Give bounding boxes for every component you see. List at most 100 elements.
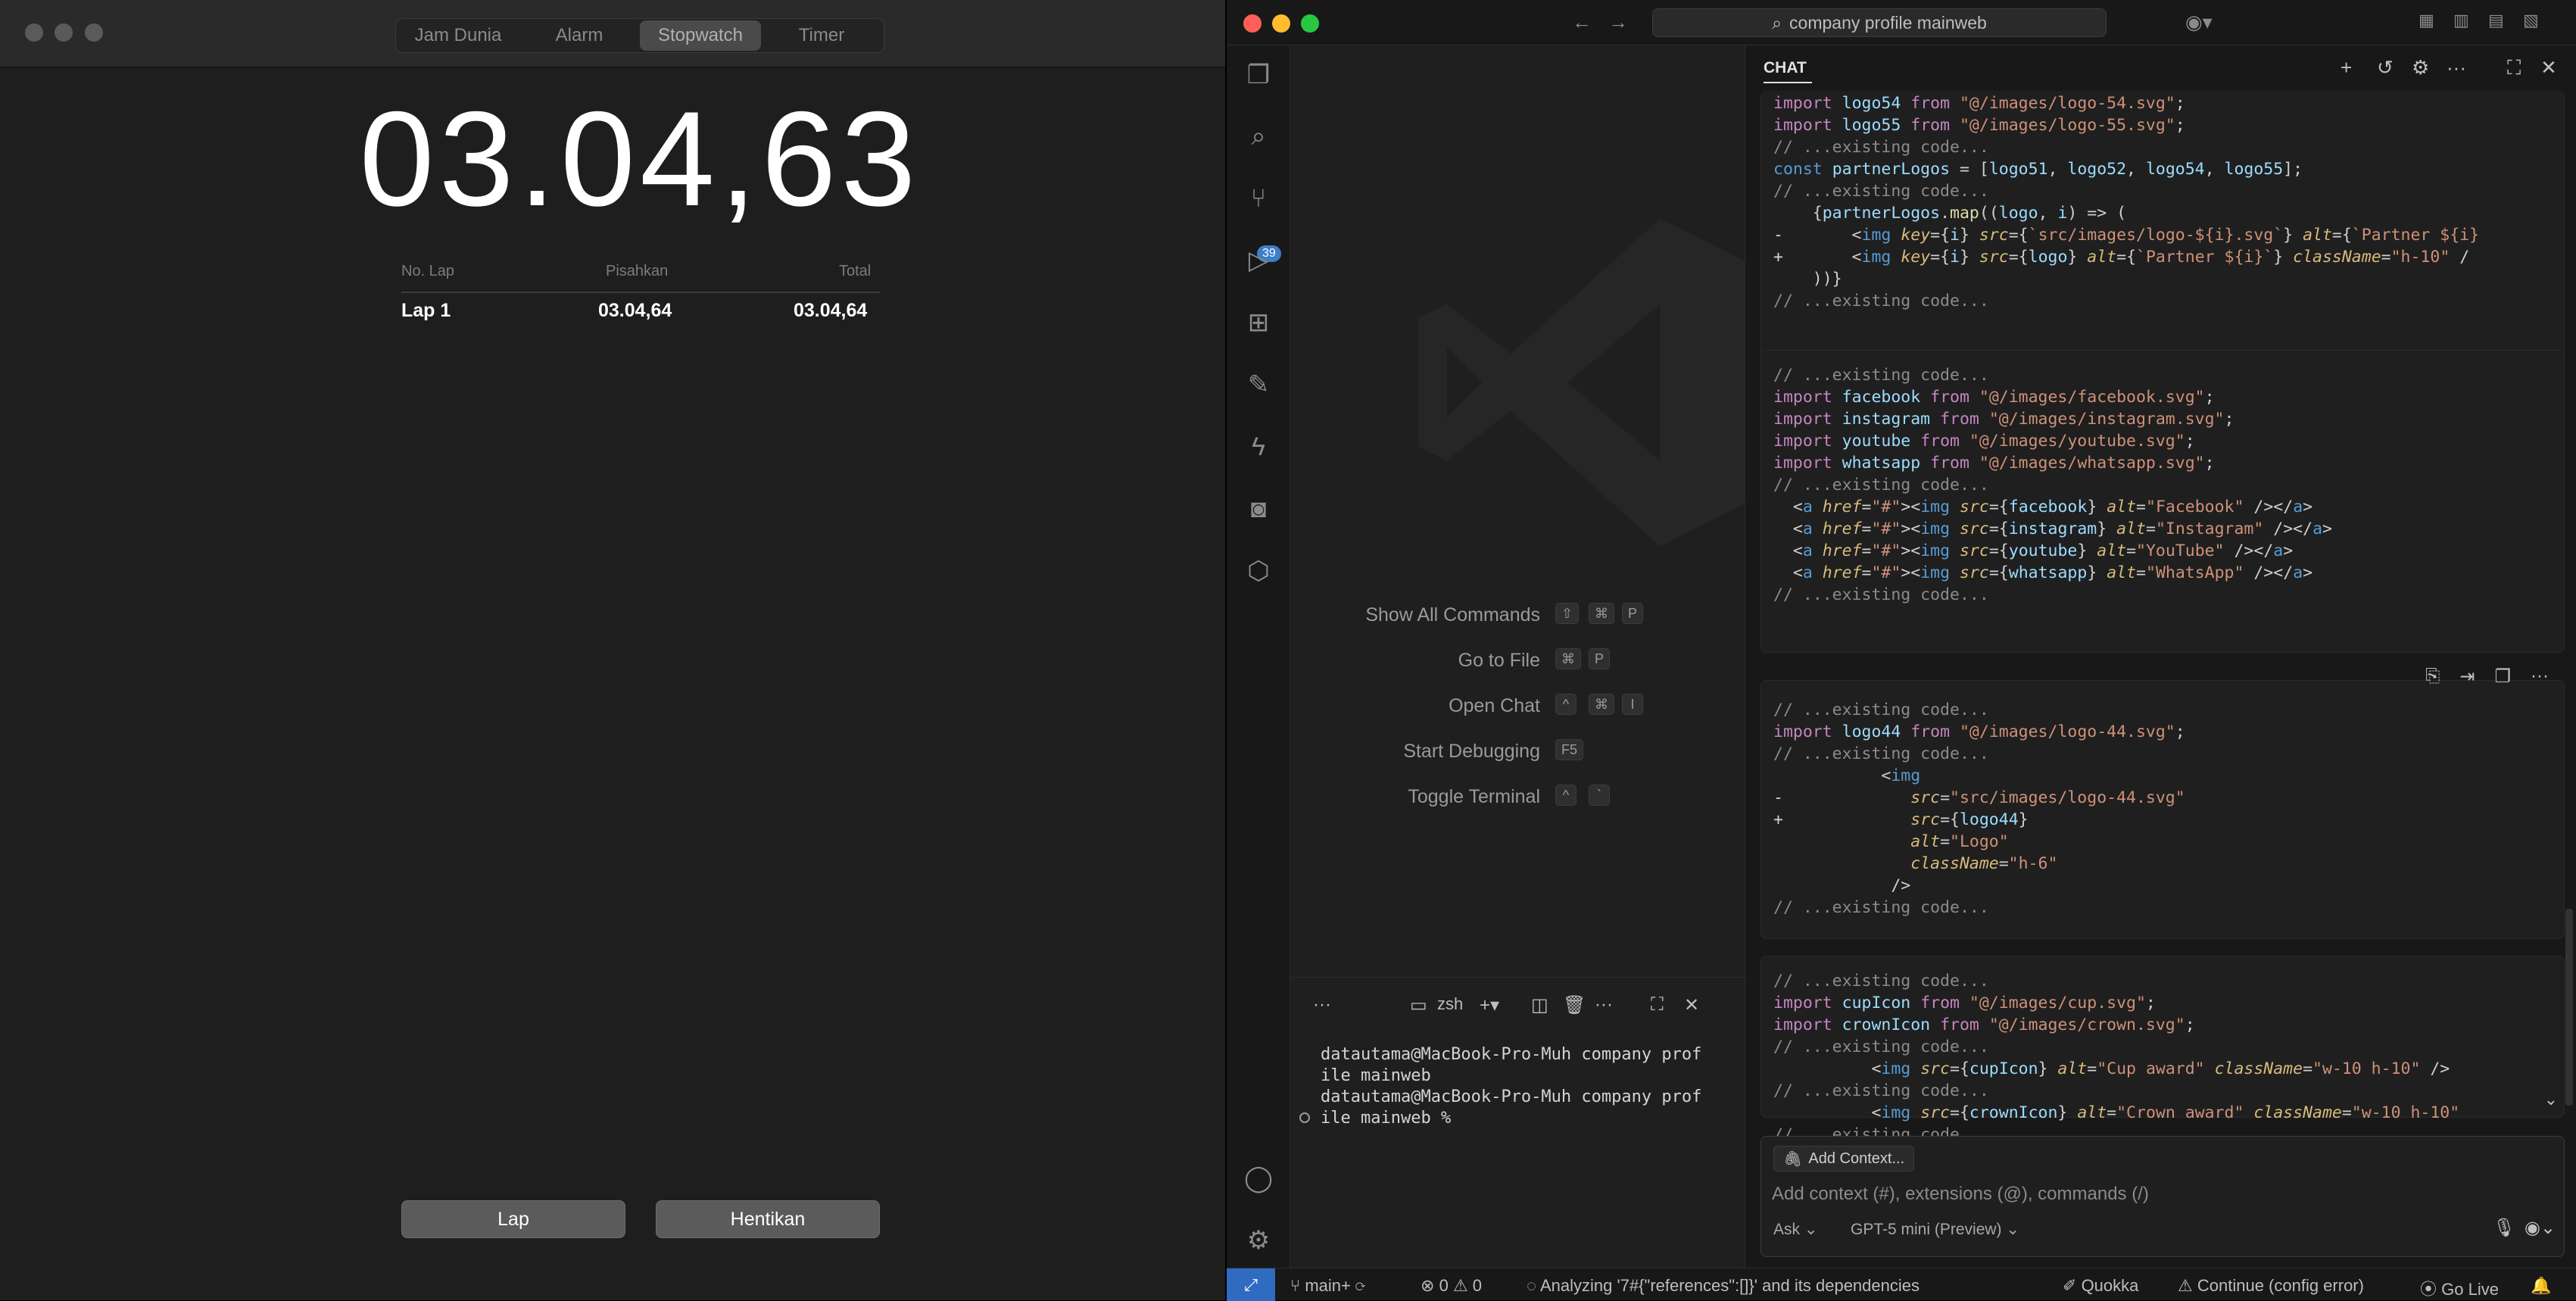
search-icon[interactable]: ⌕ bbox=[1240, 118, 1277, 154]
mode-picker[interactable]: Ask ⌄ bbox=[1773, 1220, 1817, 1239]
command-center-search[interactable]: ⌕ company profile mainweb bbox=[1652, 8, 2107, 37]
continue-status[interactable]: ⚠ Continue (config error) bbox=[2178, 1276, 2364, 1296]
tab-alarm[interactable]: Alarm bbox=[519, 20, 640, 51]
more-icon[interactable]: ··· bbox=[2447, 56, 2466, 80]
i-key: I bbox=[1622, 694, 1643, 715]
warning-icon: ⚠ bbox=[2178, 1276, 2193, 1295]
tab-timer[interactable]: Timer bbox=[761, 20, 882, 51]
remote-icon[interactable]: ⬡ bbox=[1240, 553, 1277, 589]
quokka-label: Quokka bbox=[2081, 1276, 2139, 1295]
backtick-key: ` bbox=[1589, 785, 1610, 806]
forward-arrow-icon[interactable]: → bbox=[1608, 11, 1628, 34]
tab-stopwatch[interactable]: Stopwatch bbox=[640, 20, 761, 51]
chat-panel: CHAT + ↺ ⚙ ··· ⛶ ✕ import logo54 from "@… bbox=[1745, 45, 2576, 1268]
scrollbar[interactable] bbox=[2565, 909, 2573, 1106]
terminal-output[interactable]: datautama@MacBook-Pro-Muh company prof il… bbox=[1321, 1044, 1701, 1129]
shortcut-open-chat[interactable]: Open Chat bbox=[1290, 695, 1540, 717]
copilot-icon[interactable]: ◉▾ bbox=[2185, 11, 2213, 34]
back-arrow-icon[interactable]: ← bbox=[1572, 11, 1592, 34]
chat-input-field[interactable]: Add context (#), extensions (@), command… bbox=[1772, 1184, 2149, 1205]
ctrl-key: ^ bbox=[1555, 694, 1576, 715]
insert-icon[interactable]: ⇥ bbox=[2459, 666, 2475, 688]
zoom-button[interactable] bbox=[1301, 14, 1319, 33]
new-terminal-icon[interactable]: +▾ bbox=[1480, 994, 1499, 1016]
shortcut-go-to-file[interactable]: Go to File bbox=[1290, 650, 1540, 672]
robot-icon[interactable]: ◙ bbox=[1240, 491, 1277, 527]
warning-count: 0 bbox=[1472, 1276, 1483, 1295]
notifications-bell-icon[interactable]: 🔔 bbox=[2531, 1276, 2551, 1296]
remote-indicator-icon[interactable]: ⤢ bbox=[1227, 1268, 1275, 1301]
split-column-header: Pisahkan bbox=[606, 263, 669, 279]
code-block[interactable]: // ...existing code... import cupIcon fr… bbox=[1760, 956, 2565, 1144]
code-block[interactable]: // ...existing code... import facebook f… bbox=[1760, 350, 2565, 653]
shortcut-toggle-terminal[interactable]: Toggle Terminal bbox=[1290, 786, 1540, 808]
maximize-icon[interactable]: ⛶ bbox=[2507, 56, 2521, 80]
code-text: // ...existing code... import facebook f… bbox=[1773, 366, 2332, 604]
more-icon[interactable]: ··· bbox=[2531, 666, 2549, 688]
shortcut-start-debugging[interactable]: Start Debugging bbox=[1290, 741, 1540, 763]
tab-world-clock[interactable]: Jam Dunia bbox=[398, 20, 519, 51]
more-icon[interactable]: ··· bbox=[1595, 994, 1613, 1016]
toggle-panel-icon[interactable]: ▤ bbox=[2488, 11, 2504, 30]
copy-icon[interactable]: ❐ bbox=[2495, 666, 2512, 688]
prompt-status-icon bbox=[1299, 1112, 1310, 1123]
toggle-secondary-sidebar-icon[interactable]: ▧ bbox=[2523, 11, 2539, 30]
layout-icon[interactable]: ▦ bbox=[2419, 11, 2434, 30]
more-icon[interactable]: ··· bbox=[1313, 994, 1331, 1016]
spinner-icon: ◌ bbox=[1527, 1276, 1537, 1295]
settings-gear-icon[interactable]: ⚙ bbox=[2412, 56, 2429, 80]
activity-bar: ❐ ⌕ ⑂ 39 ▷ ⊞ ✎ ϟ ◙ ⬡ ◯ ⚙ bbox=[1227, 45, 1290, 1268]
brush-icon[interactable]: ✎ bbox=[1240, 367, 1277, 403]
zoom-button[interactable] bbox=[85, 23, 103, 42]
quokka-status[interactable]: ✐ Quokka bbox=[2063, 1276, 2138, 1296]
shift-key: ⇧ bbox=[1555, 603, 1580, 624]
settings-gear-icon[interactable]: ⚙ bbox=[1240, 1222, 1277, 1259]
explorer-icon[interactable]: ❐ bbox=[1240, 57, 1277, 93]
branch-indicator[interactable]: ⑂ main+ ⟳ bbox=[1290, 1276, 1365, 1296]
microphone-icon[interactable]: 🎙 bbox=[2493, 1217, 2515, 1239]
toggle-sidebar-icon[interactable]: ▥ bbox=[2453, 11, 2469, 30]
split-terminal-icon[interactable]: ◫ bbox=[1531, 994, 1548, 1016]
add-context-button[interactable]: 🖇 Add Context... bbox=[1773, 1146, 1915, 1172]
stop-button[interactable]: Hentikan bbox=[656, 1200, 880, 1238]
model-picker[interactable]: GPT-5 mini (Preview) ⌄ bbox=[1851, 1220, 2019, 1239]
terminal-line: ile mainweb bbox=[1321, 1066, 1431, 1085]
maximize-panel-icon[interactable]: ⛶ bbox=[1651, 994, 1664, 1016]
send-icon[interactable]: ◉⌄ bbox=[2525, 1217, 2556, 1239]
continue-label: Continue (config error) bbox=[2197, 1276, 2364, 1295]
terminal-toolbar: ··· ▭ zsh +▾ ◫ 🗑 ··· ⛶ ✕ bbox=[1290, 994, 1745, 1025]
run-debug-icon[interactable]: ▷ bbox=[1240, 242, 1277, 279]
close-icon[interactable]: ✕ bbox=[2540, 56, 2557, 80]
terminal-line: datautama@MacBook-Pro-Muh company prof bbox=[1321, 1045, 1702, 1064]
terminal-icon: ▭ bbox=[1410, 995, 1427, 1016]
extensions-icon[interactable]: ⊞ bbox=[1240, 304, 1277, 341]
add-context-label: Add Context... bbox=[1808, 1150, 1905, 1167]
chat-title[interactable]: CHAT bbox=[1764, 59, 1812, 83]
source-control-icon[interactable]: ⑂ bbox=[1240, 180, 1277, 217]
go-live-button[interactable]: ⦿ Go Live bbox=[2420, 1276, 2499, 1300]
close-button[interactable] bbox=[1243, 14, 1261, 33]
sync-icon: ⟳ bbox=[1355, 1276, 1366, 1295]
new-chat-icon[interactable]: + bbox=[2341, 56, 2352, 80]
minimize-button[interactable] bbox=[1272, 14, 1290, 33]
lap-button[interactable]: Lap bbox=[401, 1200, 625, 1238]
shortcut-show-all-commands[interactable]: Show All Commands bbox=[1290, 604, 1540, 626]
code-block[interactable]: ⎘ ⇥ ❐ ··· // ...existing code... import … bbox=[1760, 666, 2565, 939]
minimize-button[interactable] bbox=[55, 23, 73, 42]
code-text: // ...existing code... import logo44 fro… bbox=[1773, 700, 2185, 917]
history-icon[interactable]: ↺ bbox=[2377, 56, 2394, 80]
lap-column-header: No. Lap bbox=[401, 263, 455, 279]
stopwatch-time: 03.04,63 bbox=[359, 83, 921, 234]
code-block[interactable]: import logo54 from "@/images/logo-54.svg… bbox=[1760, 91, 2565, 373]
lightning-icon[interactable]: ϟ bbox=[1240, 429, 1277, 465]
account-icon[interactable]: ◯ bbox=[1240, 1160, 1277, 1196]
chat-header: CHAT + ↺ ⚙ ··· ⛶ ✕ bbox=[1745, 45, 2576, 91]
close-button[interactable] bbox=[25, 23, 43, 42]
total-column-header: Total bbox=[839, 263, 872, 279]
terminal-shell-name[interactable]: zsh bbox=[1437, 994, 1463, 1014]
trash-icon[interactable]: 🗑 bbox=[1563, 994, 1586, 1016]
close-panel-icon[interactable]: ✕ bbox=[1684, 994, 1699, 1016]
apply-icon[interactable]: ⎘ bbox=[2425, 666, 2440, 688]
scroll-down-icon[interactable]: ⌄ bbox=[2544, 1090, 2558, 1109]
problems-indicator[interactable]: ⊗ 0 ⚠ 0 bbox=[1421, 1276, 1482, 1296]
